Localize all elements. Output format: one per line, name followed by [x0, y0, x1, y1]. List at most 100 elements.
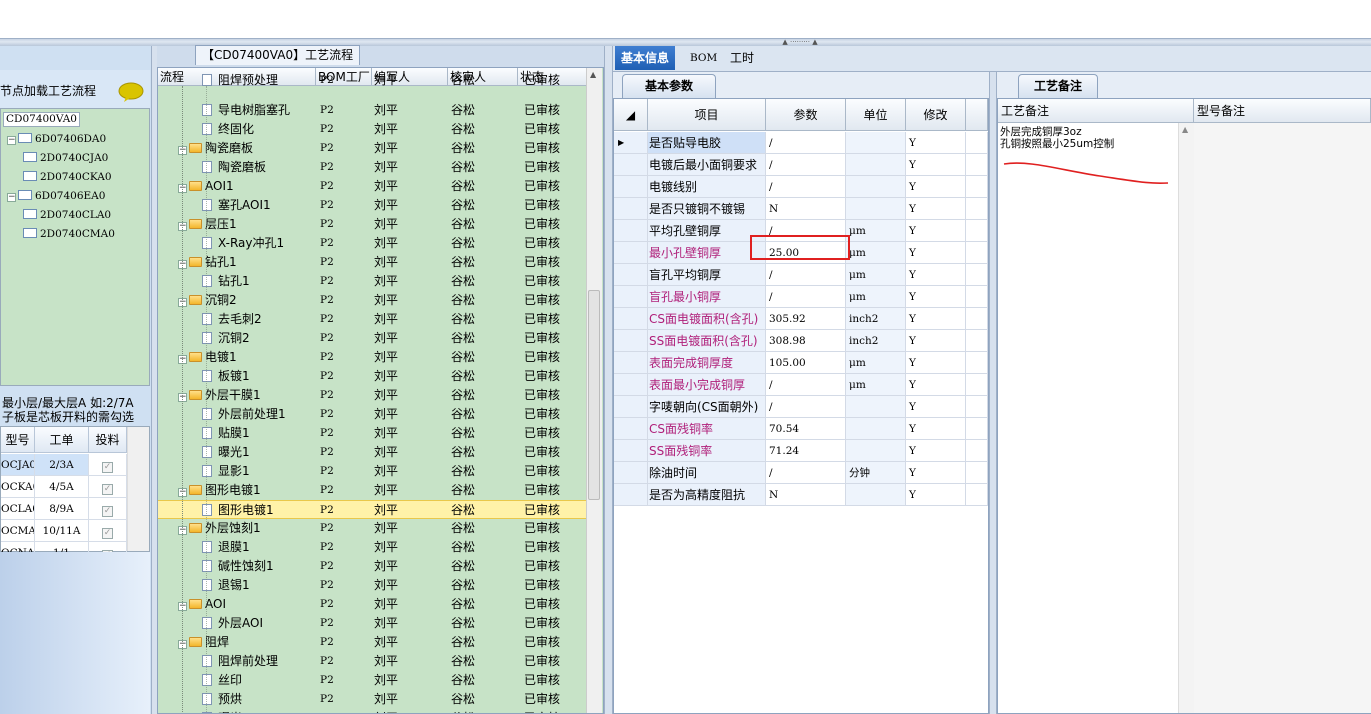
flow-step[interactable]: 塞孔AOI1	[202, 196, 271, 215]
grid-cell-model[interactable]: OCKA0	[1, 476, 35, 498]
flow-row[interactable]: 贴膜1 P2 刘平 谷松 已审核	[158, 424, 588, 443]
flow-row[interactable]: 曝光1 P2 刘平 谷松 已审核	[158, 443, 588, 462]
row-indicator[interactable]	[614, 418, 648, 440]
right-vertical-splitter[interactable]	[989, 72, 997, 714]
grid-cell-order[interactable]: 10/11A	[35, 520, 89, 542]
flow-step[interactable]: 曝光	[202, 709, 242, 713]
flow-row[interactable]: − 陶瓷磨板 P2 刘平 谷松 已审核	[158, 139, 588, 158]
param-modify[interactable]: Y	[906, 374, 966, 396]
collapse-icon[interactable]: −	[7, 193, 16, 202]
flow-row[interactable]: 阻焊前处理 P2 刘平 谷松 已审核	[158, 652, 588, 671]
flow-step[interactable]: 阻焊预处理	[202, 71, 278, 90]
flow-row[interactable]: X-Ray冲孔1 P2 刘平 谷松 已审核	[158, 234, 588, 253]
param-modify[interactable]: Y	[906, 220, 966, 242]
flow-step[interactable]: 阻焊前处理	[202, 652, 278, 671]
flow-step[interactable]: 外层AOI	[202, 614, 263, 633]
param-modify[interactable]: Y	[906, 154, 966, 176]
flow-row[interactable]: 外层前处理1 P2 刘平 谷松 已审核	[158, 405, 588, 424]
param-value[interactable]: /	[766, 176, 846, 198]
param-value[interactable]: /	[766, 396, 846, 418]
tree-node[interactable]: 2D0740CJA0	[23, 150, 108, 166]
param-modify[interactable]: Y	[906, 418, 966, 440]
param-value[interactable]: N	[766, 484, 846, 506]
grid-cell-model[interactable]: OCJA0	[1, 454, 35, 476]
row-indicator[interactable]	[614, 374, 648, 396]
checkbox[interactable]: ✓	[102, 484, 113, 495]
param-modify[interactable]: Y	[906, 132, 966, 154]
param-value[interactable]: /	[766, 286, 846, 308]
flow-step[interactable]: 外层前处理1	[202, 405, 286, 424]
row-indicator[interactable]	[614, 440, 648, 462]
flow-step[interactable]: 钻孔1	[202, 272, 250, 291]
flow-row[interactable]: − 外层干膜1 P2 刘平 谷松 已审核	[158, 386, 588, 405]
tab-hours[interactable]: 工时	[724, 46, 760, 70]
tab-bom[interactable]: BOM	[684, 46, 723, 70]
flow-step[interactable]: 去毛刺2	[202, 310, 262, 329]
tab-basic-info[interactable]: 基本信息	[615, 46, 676, 70]
row-indicator[interactable]	[614, 484, 648, 506]
row-indicator[interactable]	[614, 308, 648, 330]
flow-row[interactable]: 显影1 P2 刘平 谷松 已审核	[158, 462, 588, 481]
flow-row[interactable]: 钻孔1 P2 刘平 谷松 已审核	[158, 272, 588, 291]
param-value[interactable]: 308.98	[766, 330, 846, 352]
tab-process-notes[interactable]: 工艺备注	[1018, 74, 1098, 98]
grid-cell-order[interactable]: 2/3A	[35, 454, 89, 476]
chat-bubble-icon[interactable]	[118, 82, 144, 102]
flow-step[interactable]: 预烘	[202, 690, 242, 709]
row-indicator[interactable]	[614, 286, 648, 308]
param-value[interactable]: 305.92	[766, 308, 846, 330]
tree-node[interactable]: 2D0740CKA0	[23, 169, 112, 185]
flow-row[interactable]: − 层压1 P2 刘平 谷松 已审核	[158, 215, 588, 234]
grid-cell-feed[interactable]: ✓	[89, 454, 127, 476]
flow-row[interactable]: 板镀1 P2 刘平 谷松 已审核	[158, 367, 588, 386]
flow-row[interactable]: 塞孔AOI1 P2 刘平 谷松 已审核	[158, 196, 588, 215]
param-modify[interactable]: Y	[906, 462, 966, 484]
flow-row[interactable]: − 外层蚀刻1 P2 刘平 谷松 已审核	[158, 519, 588, 538]
flow-step[interactable]: − 电镀1	[178, 348, 237, 367]
flow-step[interactable]: X-Ray冲孔1	[202, 234, 284, 253]
row-indicator[interactable]	[614, 198, 648, 220]
flow-step[interactable]: − 层压1	[178, 215, 237, 234]
param-value[interactable]: /	[766, 462, 846, 484]
flow-row[interactable]: 曝光 P2 刘平 谷松 已审核	[158, 709, 588, 713]
row-indicator[interactable]: ▶	[614, 132, 648, 154]
flow-step[interactable]: 丝印	[202, 671, 242, 690]
splitter-grip-icon[interactable]: ▲ ········· ▲	[770, 39, 830, 46]
grid-cell-order[interactable]: 4/5A	[35, 476, 89, 498]
row-indicator[interactable]	[614, 462, 648, 484]
flow-row[interactable]: 终固化 P2 刘平 谷松 已审核	[158, 120, 588, 139]
flow-row[interactable]: 阻焊预处理 P2 刘平 谷松 已审核	[158, 71, 588, 90]
flow-step[interactable]: − 钻孔1	[178, 253, 237, 272]
param-value[interactable]: 71.24	[766, 440, 846, 462]
tree-node[interactable]: − 6D07406DA0	[7, 131, 106, 147]
flow-step[interactable]: − 图形电镀1	[178, 481, 261, 500]
flow-step[interactable]: − 外层蚀刻1	[178, 519, 261, 538]
flow-row[interactable]: − 钻孔1 P2 刘平 谷松 已审核	[158, 253, 588, 272]
tree-node[interactable]: CD07400VA0	[3, 112, 80, 127]
row-indicator[interactable]	[614, 396, 648, 418]
row-indicator[interactable]	[614, 352, 648, 374]
row-indicator[interactable]	[614, 176, 648, 198]
flow-step[interactable]: − 阻焊	[178, 633, 229, 652]
flow-row[interactable]: 陶瓷磨板 P2 刘平 谷松 已审核	[158, 158, 588, 177]
flow-row[interactable]: − 电镀1 P2 刘平 谷松 已审核	[158, 348, 588, 367]
flow-step[interactable]: 贴膜1	[202, 424, 250, 443]
collapse-icon[interactable]: −	[7, 136, 16, 145]
flow-step[interactable]: 沉铜2	[202, 329, 250, 348]
param-value[interactable]: /	[766, 374, 846, 396]
grid-cell-model[interactable]: OCMA0	[1, 520, 35, 542]
note-scrollbar[interactable]: ▲	[1178, 123, 1194, 713]
flow-row[interactable]: 碱性蚀刻1 P2 刘平 谷松 已审核	[158, 557, 588, 576]
grid-cell-order[interactable]: 8/9A	[35, 498, 89, 520]
flow-row[interactable]: − 图形电镀1 P2 刘平 谷松 已审核	[158, 481, 588, 500]
flow-row[interactable]: 预烘 P2 刘平 谷松 已审核	[158, 690, 588, 709]
flow-step[interactable]: − 外层干膜1	[178, 386, 261, 405]
tree-node[interactable]: 2D0740CLA0	[23, 207, 111, 223]
flow-step[interactable]: 退膜1	[202, 538, 250, 557]
grid-scrollbar[interactable]	[127, 427, 149, 551]
flow-row[interactable]: − 阻焊 P2 刘平 谷松 已审核	[158, 633, 588, 652]
flow-step[interactable]: 碱性蚀刻1	[202, 557, 274, 576]
flow-scroll-thumb[interactable]	[588, 290, 600, 500]
param-value[interactable]: /	[766, 154, 846, 176]
scroll-up-icon[interactable]: ▲	[590, 70, 596, 79]
